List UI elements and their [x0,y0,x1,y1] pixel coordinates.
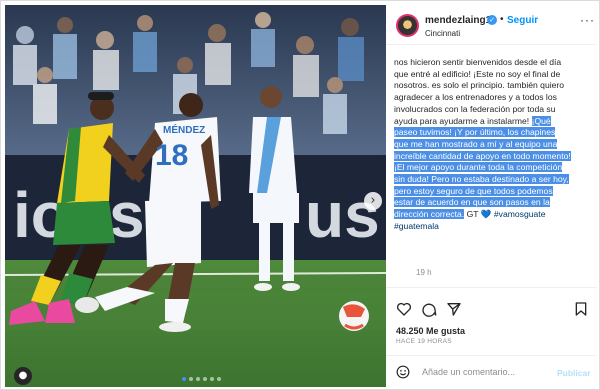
separator-dot: • [500,14,504,25]
share-send-icon[interactable] [446,301,462,317]
comment-bar: Publicar [386,355,597,387]
carousel-dot [196,377,200,381]
follow-button[interactable]: Seguir [507,15,538,26]
blue-heart-icon: 💙 [480,209,492,220]
emoji-icon[interactable] [396,365,410,379]
next-photo-button[interactable]: › [364,192,382,210]
like-count[interactable]: 48.250 Me gusta [396,326,465,336]
scrolled-comment-preview [438,288,568,293]
comment-input[interactable] [422,363,552,381]
more-horizontal-icon[interactable]: ··· [580,13,595,27]
username-link[interactable]: mendezlaing11 [425,15,496,26]
caption-suffix: GT [464,209,479,220]
post-photo[interactable]: ions us [5,5,386,387]
post-caption: nos hicieron sentir bienvenidos desde el… [394,57,572,233]
verified-badge-icon: ✓ [487,15,497,25]
jersey-name: MÉNDEZ [163,123,205,136]
comment-bubble-icon[interactable] [421,301,437,317]
caption-timestamp: 19 h [416,268,432,277]
carousel-dot [203,377,207,381]
location-link[interactable]: Cincinnati [425,29,460,38]
caption-selected-text: ¡Qué paseo tuvimos! ¡Y por último, los c… [394,115,571,220]
soccer-match-photo: ions us [5,5,386,387]
avatar[interactable] [396,14,419,37]
user-tag-icon[interactable]: ● [14,367,32,385]
save-bookmark-icon[interactable] [573,301,589,317]
publish-button[interactable]: Publicar [557,368,591,378]
hashtag-link[interactable]: #guatemala [394,221,439,231]
carousel-dot [217,377,221,381]
jersey-number: 18 [155,139,188,172]
carousel-dot [182,377,186,381]
svg-text:us: us [305,179,380,251]
carousel-dot [189,377,193,381]
post-header: mendezlaing11 ✓ • Seguir Cincinnati ··· [386,5,597,45]
like-heart-icon[interactable] [396,301,412,317]
hashtag-link[interactable]: #vamosguate [494,209,546,219]
post-side-panel: mendezlaing11 ✓ • Seguir Cincinnati ··· … [386,5,597,387]
carousel-dot [210,377,214,381]
post-date: HACE 19 HORAS [396,338,452,345]
instagram-post-window: ions us [0,0,600,390]
carousel-indicator [182,377,221,381]
